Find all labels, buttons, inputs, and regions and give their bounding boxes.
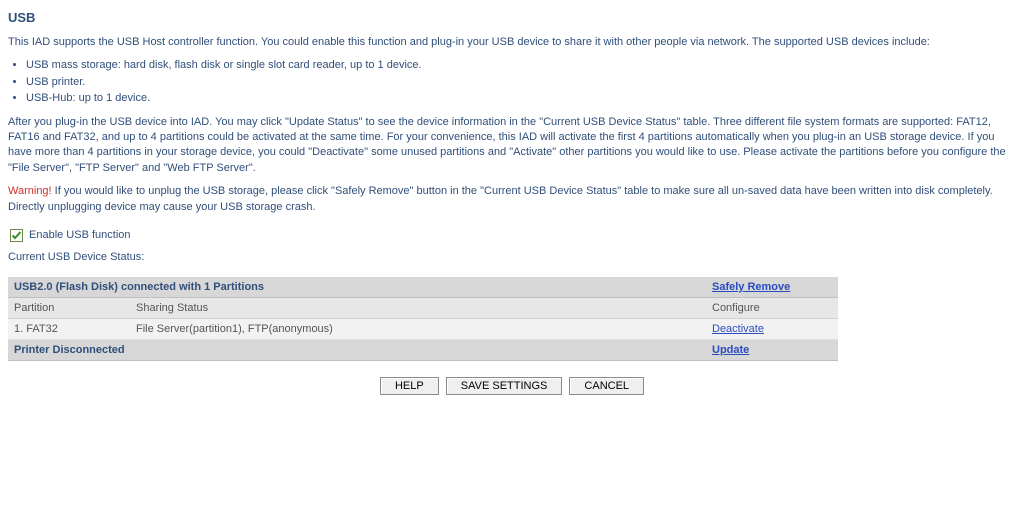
intro-text: This IAD supports the USB Host controlle… [8,35,1016,50]
enable-usb-label: Enable USB function [29,229,131,241]
warning-text: Warning! If you would like to unplug the… [8,184,1016,215]
warning-label: Warning! [8,185,52,197]
printer-header-row: Printer Disconnected Update [8,340,838,361]
table-row: 1. FAT32 File Server(partition1), FTP(an… [8,319,838,340]
warning-body: If you would like to unplug the USB stor… [8,185,993,212]
instructions-text: After you plug-in the USB device into IA… [8,115,1016,177]
supported-list: USB mass storage: hard disk, flash disk … [26,58,1016,106]
column-header-row: Partition Sharing Status Configure [8,298,838,319]
help-button[interactable]: HELP [380,377,439,395]
update-link[interactable]: Update [712,344,749,356]
button-row: HELP SAVE SETTINGS CANCEL [8,377,1016,395]
col-partition: Partition [8,298,130,319]
col-configure: Configure [706,298,838,319]
device-header-row: USB2.0 (Flash Disk) connected with 1 Par… [8,277,838,298]
usb-status-table: USB2.0 (Flash Disk) connected with 1 Par… [8,277,838,361]
list-item: USB printer. [26,75,1016,90]
device-header-text: USB2.0 (Flash Disk) connected with 1 Par… [14,281,264,293]
col-sharing: Sharing Status [130,298,706,319]
page-title: USB [8,10,1016,25]
status-heading: Current USB Device Status: [8,250,1016,265]
cell-partition: 1. FAT32 [8,319,130,340]
deactivate-link[interactable]: Deactivate [712,323,764,335]
printer-header-text: Printer Disconnected [14,344,125,356]
enable-usb-checkbox[interactable] [10,229,23,242]
cancel-button[interactable]: CANCEL [569,377,644,395]
save-button[interactable]: SAVE SETTINGS [446,377,563,395]
list-item: USB-Hub: up to 1 device. [26,91,1016,106]
list-item: USB mass storage: hard disk, flash disk … [26,58,1016,73]
cell-sharing: File Server(partition1), FTP(anonymous) [130,319,706,340]
safely-remove-link[interactable]: Safely Remove [712,281,790,293]
